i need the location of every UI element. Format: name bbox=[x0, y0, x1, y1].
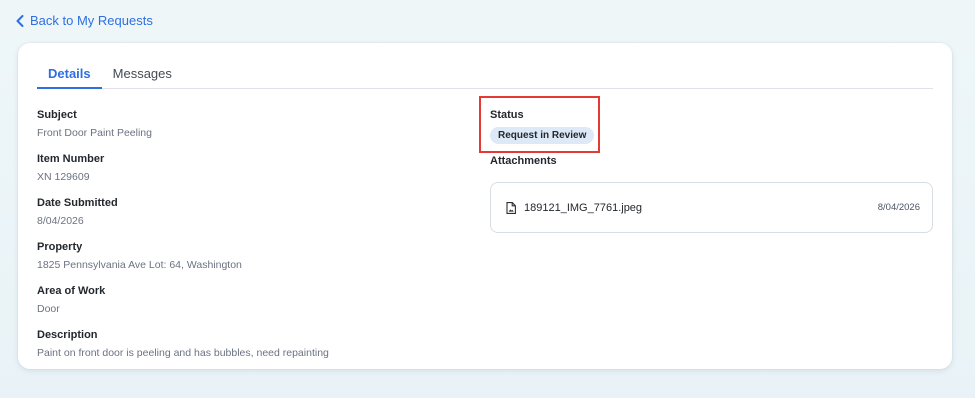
property-field: Property 1825 Pennsylvania Ave Lot: 64, … bbox=[37, 238, 457, 282]
property-value: 1825 Pennsylvania Ave Lot: 64, Washingto… bbox=[37, 259, 242, 271]
tab-details[interactable]: Details bbox=[37, 62, 102, 89]
attachments-label: Attachments bbox=[490, 155, 557, 167]
date-submitted-label: Date Submitted bbox=[37, 197, 118, 209]
description-label: Description bbox=[37, 329, 98, 341]
tab-messages[interactable]: Messages bbox=[102, 62, 183, 87]
description-field: Description Paint on front door is peeli… bbox=[37, 326, 457, 370]
attachment-file-name: 189121_IMG_7761.jpeg bbox=[524, 201, 643, 214]
subject-label: Subject bbox=[37, 109, 77, 121]
date-submitted-field: Date Submitted 8/04/2026 bbox=[37, 194, 457, 238]
attachment-date: 8/04/2026 bbox=[877, 202, 920, 213]
subject-value: Front Door Paint Peeling bbox=[37, 127, 152, 139]
item-number-label: Item Number bbox=[37, 153, 105, 165]
status-column: Status Request in Review Attachments 189… bbox=[479, 96, 933, 233]
item-number-value: XN 129609 bbox=[37, 171, 90, 183]
details-column: Subject Front Door Paint Peeling Item Nu… bbox=[37, 106, 457, 370]
back-to-requests-link[interactable]: Back to My Requests bbox=[16, 13, 153, 28]
status-highlight-box bbox=[479, 96, 600, 153]
property-label: Property bbox=[37, 241, 83, 253]
area-of-work-value: Door bbox=[37, 303, 60, 315]
date-submitted-value: 8/04/2026 bbox=[37, 215, 84, 227]
chevron-left-icon bbox=[16, 14, 24, 27]
attachment-item[interactable]: 189121_IMG_7761.jpeg 8/04/2026 bbox=[490, 182, 933, 233]
area-of-work-field: Area of Work Door bbox=[37, 282, 457, 326]
image-file-icon bbox=[506, 201, 516, 214]
area-of-work-label: Area of Work bbox=[37, 285, 106, 297]
description-value: Paint on front door is peeling and has b… bbox=[37, 347, 329, 359]
tab-bar: Details Messages bbox=[37, 62, 933, 89]
back-link-label: Back to My Requests bbox=[30, 13, 153, 28]
subject-field: Subject Front Door Paint Peeling bbox=[37, 106, 457, 150]
item-number-field: Item Number XN 129609 bbox=[37, 150, 457, 194]
request-detail-card: Details Messages Subject Front Door Pain… bbox=[18, 43, 952, 369]
